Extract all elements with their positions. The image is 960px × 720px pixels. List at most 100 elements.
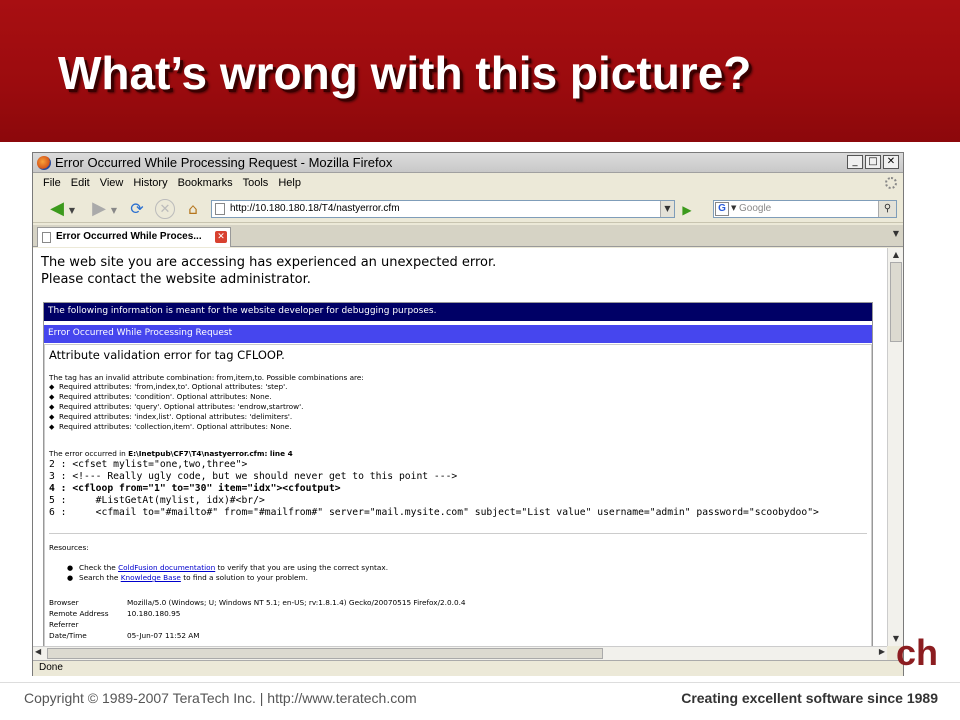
resource-text: to verify that you are using the correct… (217, 563, 389, 572)
url-text[interactable]: http://10.180.180.18/T4/nastyerror.cfm (230, 203, 400, 214)
tab-bar: Error Occurred While Proces... ✕ ▼ (33, 225, 903, 247)
scroll-right-icon[interactable]: ▶ (879, 647, 885, 656)
maximize-button[interactable]: □ (865, 155, 881, 169)
code-snippet: 2 : <cfset mylist="one,two,three"> 3 : <!… (49, 459, 819, 519)
minimize-button[interactable]: _ (847, 155, 863, 169)
go-arrow-icon[interactable]: ▶ (679, 202, 695, 218)
browser-window: Error Occurred While Processing Request … (32, 152, 904, 676)
error-message-title: Attribute validation error for tag CFLOO… (49, 348, 285, 362)
info-row: Remote Address 10.180.180.95 (49, 608, 466, 619)
menu-bar: File Edit View History Bookmarks Tools H… (33, 174, 903, 194)
back-history-dropdown-icon[interactable]: ▼ (67, 201, 77, 221)
vertical-scrollbar[interactable]: ▲ ▼ (887, 248, 903, 646)
engine-dropdown-icon[interactable]: ▼ (731, 204, 736, 212)
url-bar[interactable]: http://10.180.180.18/T4/nastyerror.cfm ▼ (211, 200, 675, 218)
list-item: Required attributes: 'from,index,to'. Op… (49, 382, 303, 392)
throbber-icon (885, 177, 897, 189)
stop-icon[interactable]: ✕ (155, 199, 175, 219)
horizontal-scroll-thumb[interactable] (47, 648, 603, 659)
reload-icon[interactable]: ⟳ (127, 199, 147, 219)
coldfusion-docs-link[interactable]: ColdFusion documentation (118, 563, 215, 572)
info-value: 05-Jun-07 11:52 AM (127, 631, 200, 640)
page-icon (215, 203, 225, 215)
info-row: Referrer (49, 619, 466, 630)
info-key: Date/Time (49, 631, 87, 640)
status-bar: Done (33, 660, 903, 676)
scroll-up-icon[interactable]: ▲ (890, 249, 902, 261)
tab-list-dropdown-icon[interactable]: ▼ (893, 229, 899, 238)
debug-panel: The following information is meant for t… (43, 302, 873, 646)
error-heading: The web site you are accessing has exper… (41, 254, 496, 288)
menu-file[interactable]: File (39, 174, 67, 194)
status-text: Done (39, 662, 63, 673)
error-heading-line1: The web site you are accessing has exper… (41, 255, 497, 270)
list-item: Search the Knowledge Base to find a solu… (67, 573, 388, 583)
resources-label: Resources: (49, 543, 89, 552)
list-item: Required attributes: 'index,list'. Optio… (49, 412, 303, 422)
search-bar[interactable]: G ▼ Google ⚲ (713, 200, 897, 218)
menu-edit[interactable]: Edit (67, 174, 96, 194)
info-row: Browser Mozilla/5.0 (Windows; U; Windows … (49, 597, 466, 608)
tab-page-icon (42, 232, 51, 243)
info-key: Browser (49, 598, 79, 607)
error-bar-text: Error Occurred While Processing Request (48, 328, 233, 338)
info-row: Date/Time 05-Jun-07 11:52 AM (49, 630, 466, 641)
code-line: 3 : <!--- Really ugly code, but we shoul… (49, 471, 458, 482)
error-location: The error occurred in E:\Inetpub\CF7\T4\… (49, 449, 293, 459)
slide-title: What’s wrong with this picture? (58, 47, 752, 99)
resource-text: Check the (79, 563, 116, 572)
forward-history-dropdown-icon[interactable]: ▼ (109, 201, 119, 221)
location-file: E:\Inetpub\CF7\T4\nastyerror.cfm: line 4 (128, 449, 293, 458)
info-key: Remote Address (49, 609, 109, 618)
tagline-text: Creating excellent software since 1989 (681, 690, 938, 706)
menu-tools[interactable]: Tools (239, 174, 275, 194)
slide: What’s wrong with this picture? Error Oc… (0, 0, 960, 720)
page-content: The web site you are accessing has exper… (33, 248, 887, 646)
debug-notice-text: The following information is meant for t… (48, 306, 437, 316)
code-line-highlighted: 4 : <cfloop from="1" to="30" item="idx">… (49, 483, 341, 494)
google-engine-icon[interactable]: G (715, 202, 729, 216)
list-item: Check the ColdFusion documentation to ve… (67, 563, 388, 573)
horizontal-scrollbar[interactable]: ◀ ▶ (33, 646, 887, 660)
window-titlebar[interactable]: Error Occurred While Processing Request … (33, 153, 903, 173)
menu-history[interactable]: History (129, 174, 173, 194)
menu-bookmarks[interactable]: Bookmarks (174, 174, 239, 194)
navigation-toolbar: ◀ ▼ ▶ ▼ ⟳ ✕ ⌂ http://10.180.180.18/T4/na… (33, 195, 903, 223)
info-value: 10.180.180.95 (127, 609, 181, 618)
error-title-bar: Error Occurred While Processing Request (44, 325, 872, 343)
firefox-icon (37, 156, 51, 170)
tab-close-icon[interactable]: ✕ (215, 231, 227, 243)
menu-help[interactable]: Help (274, 174, 307, 194)
window-title: Error Occurred While Processing Request … (55, 155, 393, 170)
list-item: Required attributes: 'condition'. Option… (49, 392, 303, 402)
list-item: Required attributes: 'collection,item'. … (49, 422, 303, 432)
search-magnifier-icon[interactable]: ⚲ (878, 201, 896, 217)
scroll-left-icon[interactable]: ◀ (35, 647, 41, 656)
close-button[interactable]: ✕ (883, 155, 899, 169)
error-heading-line2: Please contact the website administrator… (41, 272, 311, 287)
url-dropdown-icon[interactable]: ▼ (660, 201, 674, 217)
code-line: 6 : <cfmail to="#mailto#" from="#mailfro… (49, 507, 819, 518)
home-icon[interactable]: ⌂ (183, 199, 203, 219)
menu-view[interactable]: View (96, 174, 130, 194)
resource-text: Search the (79, 573, 119, 582)
error-detail-box: Attribute validation error for tag CFLOO… (44, 344, 872, 646)
list-item: Required attributes: 'query'. Optional a… (49, 402, 303, 412)
location-prefix: The error occurred in (49, 449, 126, 458)
code-line: 2 : <cfset mylist="one,two,three"> (49, 459, 248, 470)
footer-divider (0, 682, 960, 683)
knowledge-base-link[interactable]: Knowledge Base (121, 573, 181, 582)
forward-arrow-icon[interactable]: ▶ (89, 199, 109, 219)
request-info: Browser Mozilla/5.0 (Windows; U; Windows … (49, 597, 466, 641)
back-arrow-icon[interactable]: ◀ (47, 199, 67, 219)
vertical-scroll-thumb[interactable] (890, 262, 902, 342)
code-line: 5 : #ListGetAt(mylist, idx)#<br/> (49, 495, 265, 506)
search-input[interactable]: Google (739, 203, 771, 214)
slide-header: What’s wrong with this picture? (0, 0, 960, 142)
tab-active[interactable]: Error Occurred While Proces... ✕ (37, 227, 231, 247)
copyright-text: Copyright © 1989-2007 TeraTech Inc. | ht… (24, 690, 417, 706)
info-key: Referrer (49, 620, 79, 629)
tab-title: Error Occurred While Proces... (56, 231, 202, 242)
divider (49, 533, 867, 534)
resources-list: Check the ColdFusion documentation to ve… (67, 563, 388, 583)
